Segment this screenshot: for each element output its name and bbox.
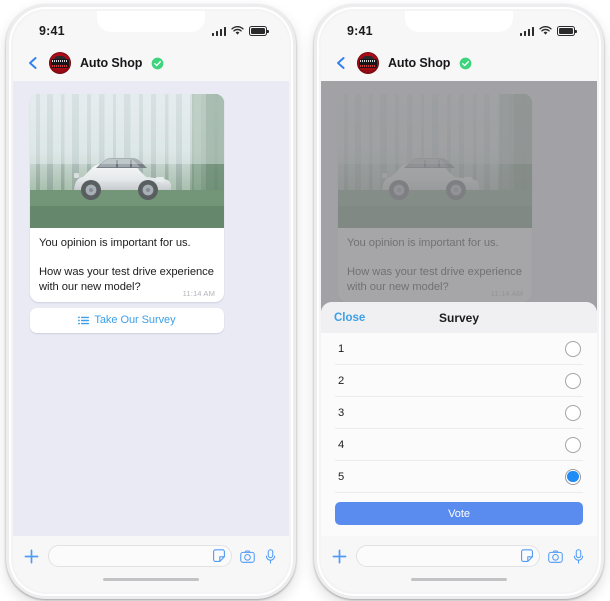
survey-sheet-header: Close Survey <box>321 302 597 333</box>
page-title: Auto Shop <box>388 56 451 70</box>
survey-option-row[interactable]: 4 <box>335 429 583 461</box>
survey-option-label: 4 <box>338 438 345 451</box>
radio-button[interactable] <box>565 372 581 389</box>
camera-icon[interactable] <box>240 549 255 564</box>
home-indicator-area <box>13 576 289 592</box>
message-timestamp: 11:14 AM <box>182 288 215 298</box>
message-bubble[interactable]: You opinion is important for us. How was… <box>30 94 224 302</box>
message-line-1: You opinion is important for us. <box>39 237 191 249</box>
survey-option-row[interactable]: 1 <box>335 333 583 365</box>
survey-option-row[interactable]: 2 <box>335 365 583 397</box>
sticker-icon[interactable] <box>212 549 226 563</box>
radio-button[interactable] <box>565 404 581 421</box>
message-bubble-wrap: You opinion is important for us. How was… <box>13 94 289 302</box>
survey-option-row[interactable]: 3 <box>335 397 583 429</box>
phone-right-screen: 9:41 Auto Shop Close Survey 1 2 3 4 5 Vo… <box>321 11 597 592</box>
message-photo[interactable] <box>30 94 224 228</box>
message-toolbar <box>321 536 597 576</box>
message-input[interactable] <box>367 550 515 562</box>
home-indicator[interactable] <box>411 578 507 582</box>
list-icon <box>78 316 90 324</box>
camera-icon[interactable] <box>548 549 563 564</box>
vote-button-wrap: Vote <box>321 493 597 536</box>
page-title: Auto Shop <box>80 56 143 70</box>
radio-button-selected[interactable] <box>565 468 581 485</box>
close-button[interactable]: Close <box>334 312 365 324</box>
message-text: You opinion is important for us. How was… <box>30 228 224 302</box>
suv-forest-illustration <box>30 94 224 228</box>
signal-bars-icon <box>211 26 226 36</box>
survey-option-label: 2 <box>338 374 345 387</box>
plus-icon[interactable] <box>23 548 40 565</box>
phone-left-screen: 9:41 Auto Shop You opinion is important … <box>13 11 289 592</box>
home-indicator-area <box>321 576 597 592</box>
battery-icon <box>249 26 269 36</box>
message-input-wrap[interactable] <box>48 545 232 567</box>
status-icons <box>519 26 577 36</box>
auto-shop-avatar[interactable] <box>49 52 71 74</box>
chat-body: You opinion is important for us. How was… <box>13 81 289 536</box>
status-time: 9:41 <box>39 24 65 38</box>
survey-sheet: Close Survey 1 2 3 4 5 Vote <box>321 302 597 536</box>
auto-shop-avatar[interactable] <box>357 52 379 74</box>
message-input[interactable] <box>59 550 207 562</box>
wifi-icon <box>539 26 552 35</box>
microphone-icon[interactable] <box>571 548 586 564</box>
microphone-icon[interactable] <box>263 548 278 564</box>
verified-badge-icon <box>151 57 164 69</box>
survey-option-label: 1 <box>338 342 345 355</box>
two-phone-mockup: 9:41 Auto Shop You opinion is important … <box>0 0 610 601</box>
take-our-survey-button[interactable]: Take Our Survey <box>30 307 224 333</box>
phone-left: 9:41 Auto Shop You opinion is important … <box>6 4 296 599</box>
phone-right: 9:41 Auto Shop Close Survey 1 2 3 4 5 Vo… <box>314 4 604 599</box>
status-icons <box>211 26 269 36</box>
battery-icon <box>557 26 577 36</box>
home-indicator[interactable] <box>103 578 199 582</box>
radio-button[interactable] <box>565 436 581 453</box>
survey-option-label: 5 <box>338 470 345 483</box>
back-chevron-icon[interactable] <box>26 56 40 70</box>
chat-navbar: Auto Shop <box>13 45 289 81</box>
vote-button[interactable]: Vote <box>335 502 583 525</box>
survey-options-list: 1 2 3 4 5 <box>321 333 597 493</box>
radio-button[interactable] <box>565 340 581 357</box>
verified-badge-icon <box>459 57 472 69</box>
status-time: 9:41 <box>347 24 373 38</box>
message-toolbar <box>13 536 289 576</box>
take-our-survey-label: Take Our Survey <box>94 314 176 326</box>
chat-body: You opinion is important for us. How was… <box>321 81 597 536</box>
survey-option-row[interactable]: 5 <box>335 461 583 493</box>
phone-notch <box>97 11 205 32</box>
signal-bars-icon <box>519 26 534 36</box>
back-chevron-icon[interactable] <box>334 56 348 70</box>
phone-notch <box>405 11 513 32</box>
message-input-wrap[interactable] <box>356 545 540 567</box>
wifi-icon <box>231 26 244 35</box>
chat-navbar: Auto Shop <box>321 45 597 81</box>
survey-option-label: 3 <box>338 406 345 419</box>
sticker-icon[interactable] <box>520 549 534 563</box>
plus-icon[interactable] <box>331 548 348 565</box>
